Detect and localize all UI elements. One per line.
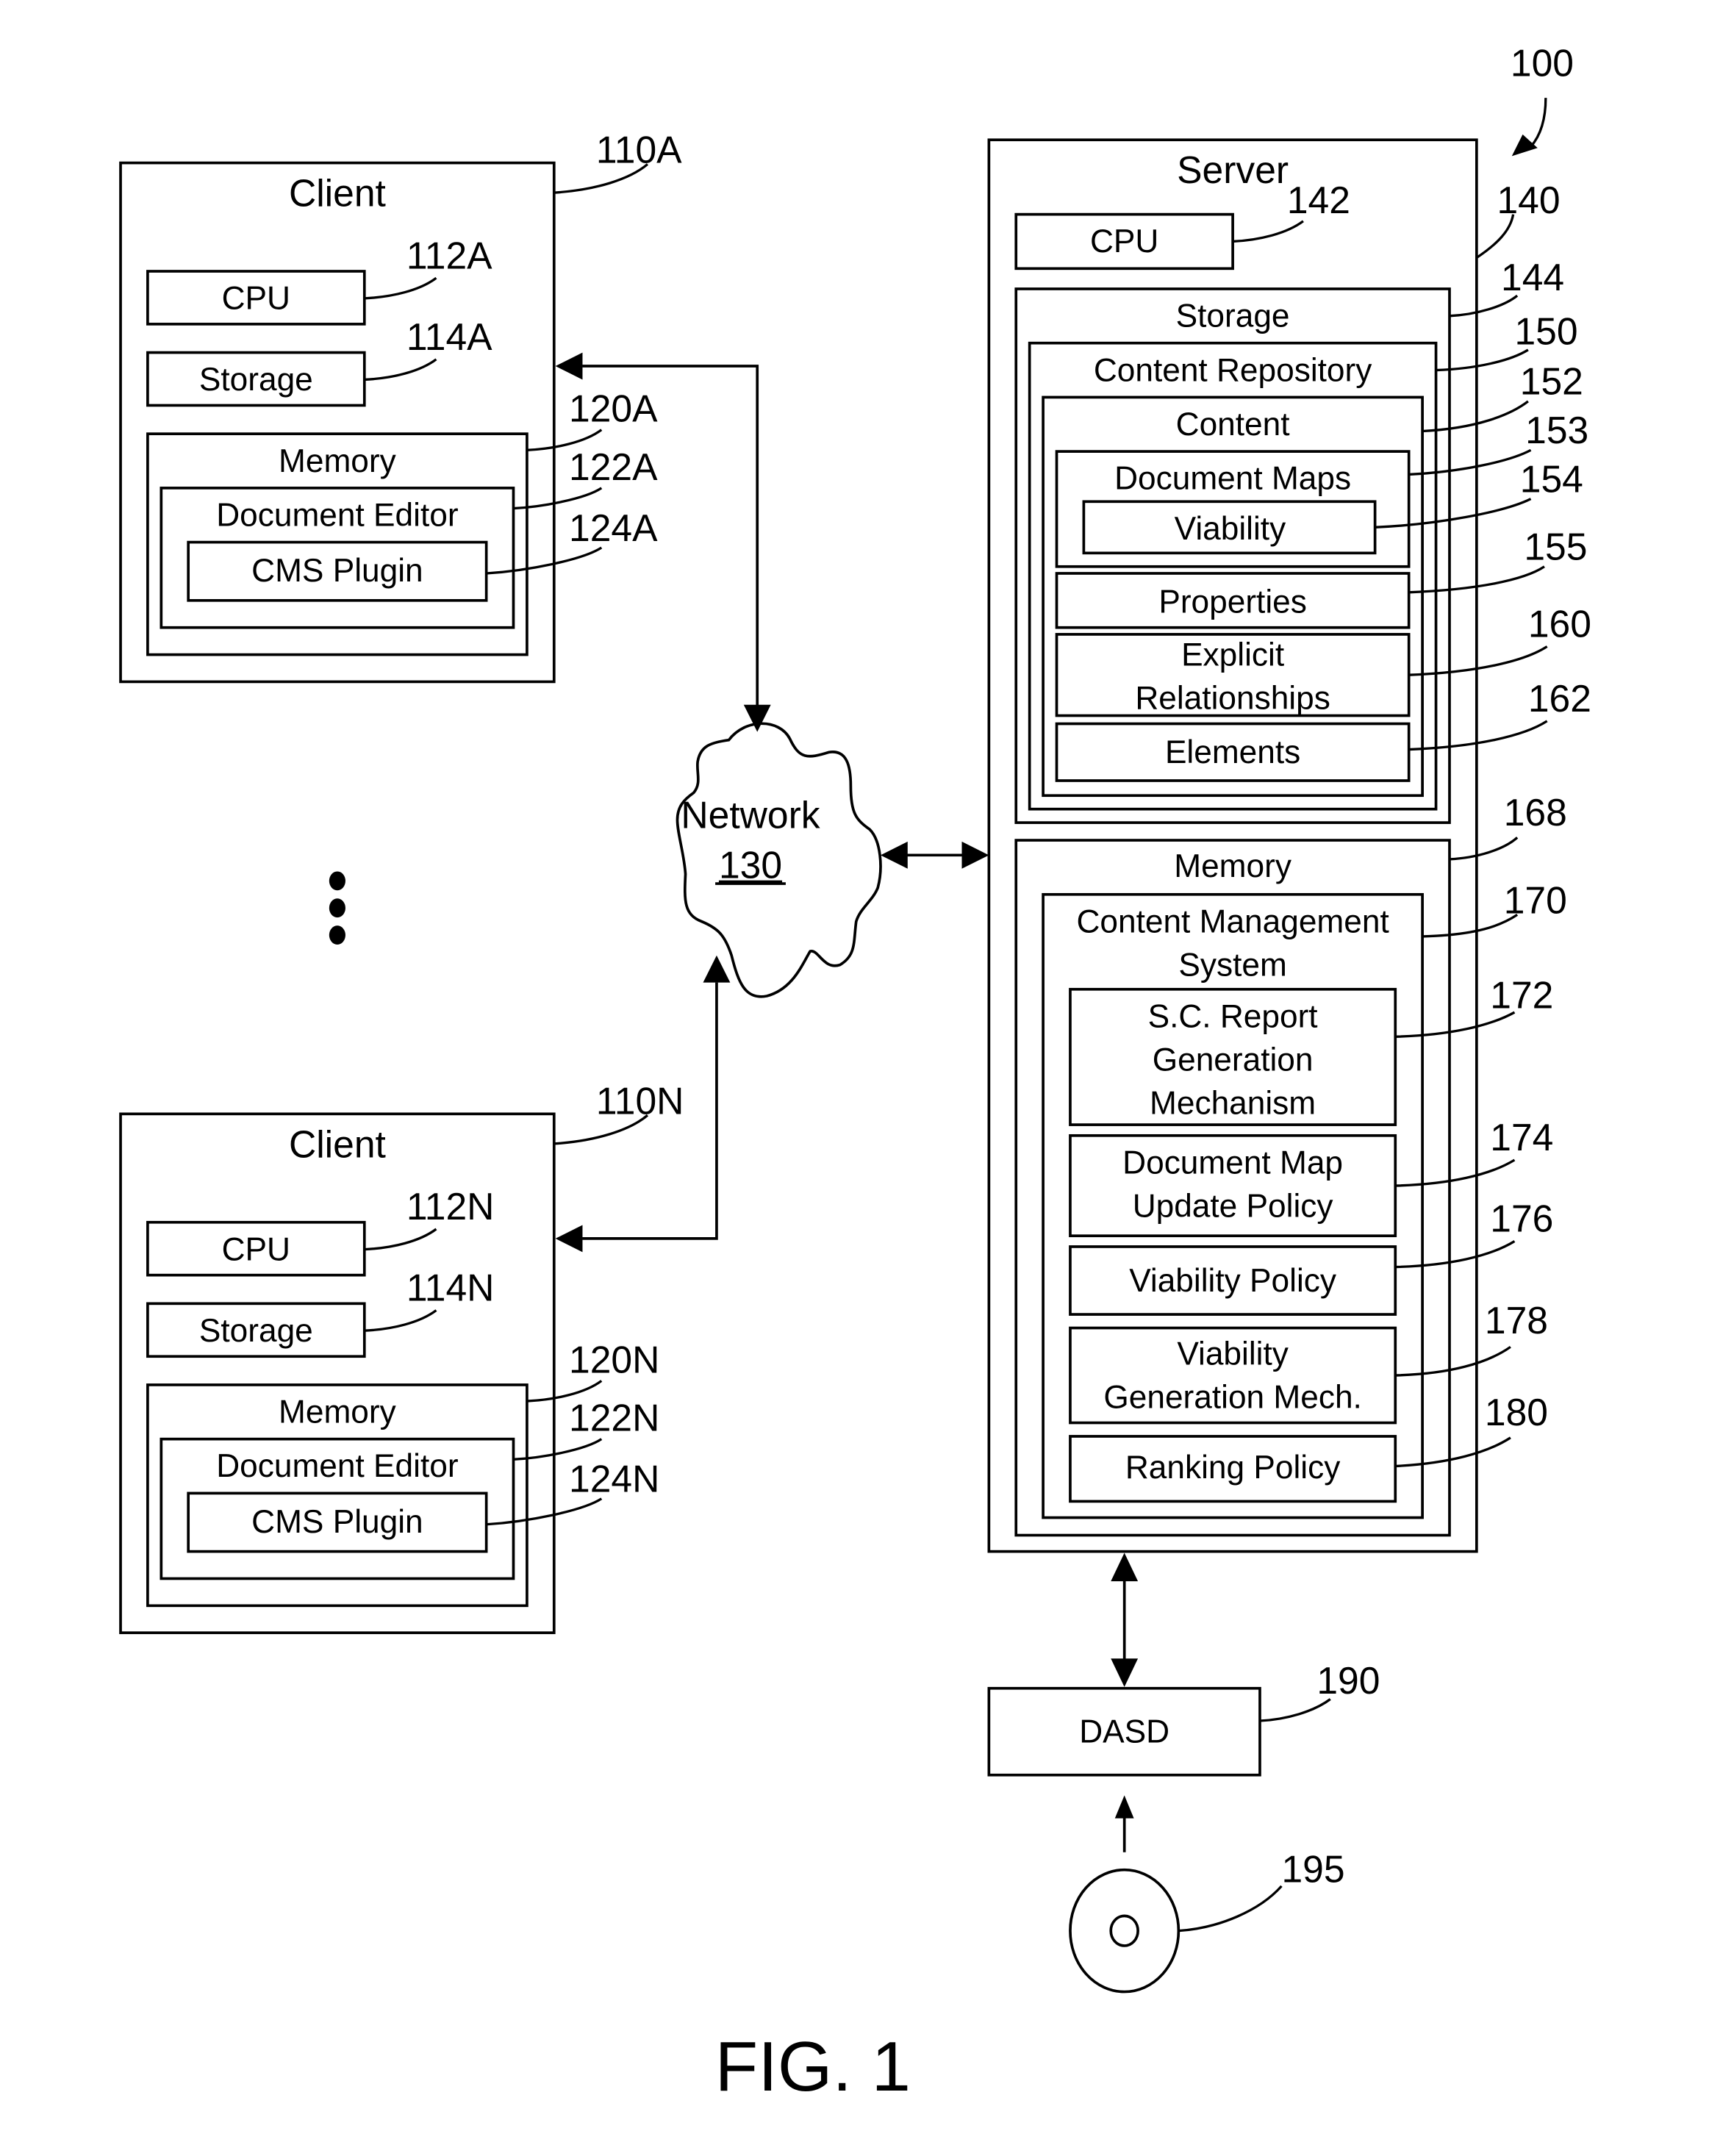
ranking-policy-ref: 180 [1485, 1391, 1548, 1433]
network-label: Network [681, 793, 820, 836]
network: Network 130 [676, 722, 882, 998]
arrowhead-icon [703, 955, 731, 983]
explicit-relationships-ref: 160 [1528, 603, 1591, 645]
client-a-memory-ref: 120A [569, 387, 658, 430]
client-a-storage-ref: 114A [406, 315, 492, 358]
cms-line2: System [1178, 947, 1286, 983]
explicit-relationships-line2: Relationships [1135, 680, 1330, 716]
properties-label: Properties [1158, 584, 1307, 620]
viability-gen-ref: 178 [1485, 1299, 1548, 1342]
content-label: Content [1176, 407, 1290, 443]
arrowhead-icon [880, 841, 908, 869]
arrowhead-icon [1111, 1658, 1139, 1687]
media-ref: 195 [1281, 1847, 1344, 1890]
viability-policy-label: Viability Policy [1129, 1263, 1337, 1299]
ranking-policy-label: Ranking Policy [1125, 1450, 1341, 1486]
media-leader [1178, 1885, 1283, 1933]
client-a-plugin-ref: 124A [569, 506, 658, 549]
document-maps-ref: 153 [1525, 409, 1588, 451]
sc-report-line3: Mechanism [1150, 1085, 1316, 1121]
client-a-memory-label: Memory [279, 443, 397, 479]
doc-map-update-line1: Document Map [1122, 1145, 1343, 1181]
server-cpu-label: CPU [1090, 223, 1158, 259]
client-a-storage-label: Storage [199, 362, 313, 398]
ellipsis-dot [329, 898, 345, 918]
connector-media-dasd [1114, 1795, 1134, 1852]
server-storage-ref: 144 [1501, 256, 1564, 298]
sc-report-line1: S.C. Report [1148, 998, 1318, 1034]
sc-report-ref: 172 [1490, 974, 1553, 1017]
server-storage-label: Storage [1176, 298, 1290, 334]
client-a-ref: 110A [596, 129, 682, 171]
viability-gen-line2: Generation Mech. [1103, 1379, 1361, 1415]
viability-ref: 154 [1520, 457, 1583, 500]
server-memory-ref: 168 [1504, 791, 1567, 834]
elements-ref: 162 [1528, 677, 1591, 720]
server-title: Server [1177, 148, 1289, 191]
client-a-cpu-label: CPU [222, 281, 290, 317]
system-ref-label: 100 [1511, 42, 1574, 85]
figure-caption: FIG. 1 [715, 2027, 911, 2106]
client-n-storage-label: Storage [199, 1313, 313, 1349]
arrowhead-icon [555, 1225, 583, 1253]
client-a-editor-ref: 122A [569, 445, 658, 488]
dasd-leader [1259, 1698, 1331, 1722]
arrowhead-icon [961, 841, 989, 869]
connector-network-server [880, 841, 989, 869]
repository-ref: 150 [1514, 310, 1577, 353]
viability-policy-ref: 176 [1490, 1197, 1553, 1240]
server-memory-label: Memory [1174, 848, 1292, 884]
network-ref: 130 [719, 844, 782, 887]
client-a-cpu-ref: 112A [406, 234, 492, 276]
ellipsis-dot [329, 871, 345, 891]
dasd-label: DASD [1079, 1713, 1169, 1749]
explicit-relationships-line1: Explicit [1181, 637, 1284, 673]
client-n-plugin-ref: 124N [569, 1458, 659, 1500]
client-n-ref: 110N [596, 1079, 684, 1122]
client-a-editor-label: Document Editor [216, 497, 458, 533]
client-n-plugin-label: CMS Plugin [251, 1504, 423, 1540]
client-n: Client 110N CPU 112N Storage 114N Memory… [119, 1079, 684, 1635]
arrowhead-icon [555, 352, 583, 380]
doc-map-update-ref: 174 [1490, 1116, 1553, 1158]
client-n-cpu-label: CPU [222, 1231, 290, 1267]
arrowhead-icon [1114, 1795, 1134, 1819]
properties-ref: 155 [1524, 526, 1587, 568]
cms-line1: Content Management [1076, 903, 1389, 939]
client-n-editor-ref: 122N [569, 1397, 659, 1439]
system-ref: 100 [1511, 42, 1574, 157]
client-a-plugin-label: CMS Plugin [251, 553, 423, 589]
client-a-title: Client [289, 172, 386, 215]
storage-media: 195 [1069, 1847, 1345, 1994]
system-ref-leader [1530, 98, 1547, 148]
server: Server 140 CPU 142 Storage 144 Content R… [987, 138, 1591, 1553]
dasd: DASD 190 [987, 1659, 1380, 1777]
viability-label: Viability [1175, 511, 1286, 547]
sc-report-line2: Generation [1153, 1042, 1314, 1078]
ellipsis-dot [329, 925, 345, 945]
elements-label: Elements [1165, 734, 1300, 770]
disk-hole-icon [1109, 1914, 1139, 1947]
system-diagram: Client 110A CPU 112A Storage 114A Memory… [119, 42, 1591, 2106]
client-n-title: Client [289, 1122, 386, 1165]
client-n-storage-ref: 114N [406, 1267, 495, 1309]
more-clients-ellipsis [329, 871, 345, 945]
client-n-memory-label: Memory [279, 1394, 397, 1430]
server-ref: 140 [1497, 179, 1560, 221]
document-maps-label: Document Maps [1114, 461, 1351, 497]
viability-gen-line1: Viability [1177, 1336, 1289, 1372]
cms-ref: 170 [1504, 879, 1567, 922]
client-n-memory-ref: 120N [569, 1338, 659, 1380]
client-n-cpu-ref: 112N [406, 1185, 495, 1228]
system-ref-arrowhead-icon [1511, 134, 1538, 157]
repository-label: Content Repository [1094, 352, 1372, 388]
client-n-editor-label: Document Editor [216, 1448, 458, 1484]
connector-server-dasd [1111, 1552, 1139, 1687]
dasd-ref: 190 [1316, 1659, 1380, 1702]
arrowhead-icon [1111, 1552, 1139, 1582]
doc-map-update-line2: Update Policy [1133, 1188, 1334, 1224]
content-ref: 152 [1520, 360, 1583, 403]
server-cpu-ref: 142 [1287, 179, 1350, 221]
client-a: Client 110A CPU 112A Storage 114A Memory… [119, 129, 682, 684]
